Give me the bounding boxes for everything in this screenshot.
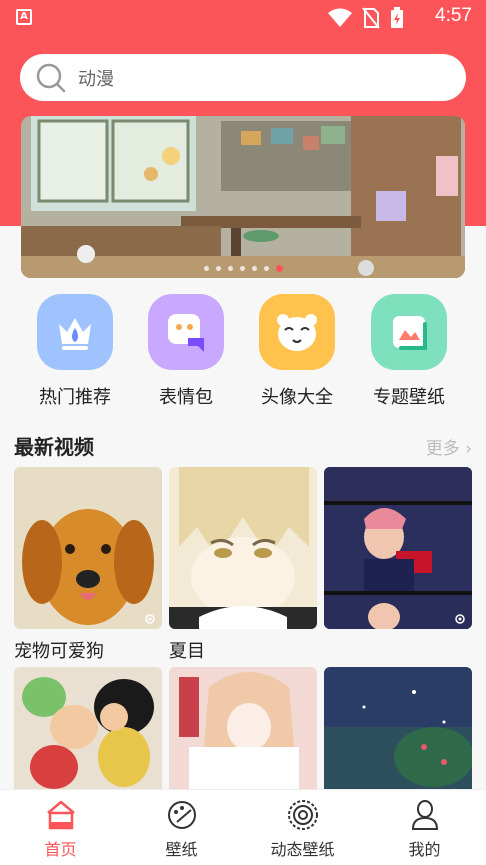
thumbnail-image <box>14 467 162 629</box>
thumbnail-image <box>14 667 162 789</box>
video-caption: 夏目 <box>169 641 205 662</box>
chat-face-icon <box>148 294 224 370</box>
video-thumbnail[interactable] <box>169 667 317 789</box>
gear-icon <box>455 614 465 624</box>
thumbnail-image <box>324 667 472 789</box>
category-label: 热门推荐 <box>39 387 111 408</box>
section-title: 最新视频 <box>14 435 94 459</box>
tab-wallpaper[interactable]: 壁纸 <box>121 790 242 865</box>
bear-face-icon <box>259 294 335 370</box>
category-topics[interactable]: 专题壁纸 <box>354 294 464 409</box>
video-thumbnail[interactable] <box>14 667 162 789</box>
carousel-dot[interactable] <box>203 266 209 271</box>
video-caption: 宠物可爱狗 <box>14 641 104 662</box>
profile-icon <box>364 790 485 830</box>
thumbnail-image <box>324 467 472 629</box>
search-query: 动漫 <box>78 68 114 90</box>
category-hot[interactable]: 热门推荐 <box>20 294 130 409</box>
bottom-tab-bar: 首页 壁纸 动态壁纸 我的 <box>0 789 486 865</box>
tab-home[interactable]: 首页 <box>0 790 121 865</box>
tab-label: 我的 <box>408 840 441 859</box>
home-icon <box>0 790 121 830</box>
battery-charging-icon <box>391 7 403 28</box>
status-bar: A 4:57 <box>0 0 486 34</box>
category-stickers[interactable]: 表情包 <box>131 294 241 409</box>
more-link[interactable]: 更多 › <box>426 434 472 459</box>
tab-label: 首页 <box>44 840 77 859</box>
video-thumbnail[interactable] <box>169 467 317 629</box>
system-icons <box>328 7 404 29</box>
search-bar[interactable]: 动漫 <box>20 54 466 101</box>
tab-label: 壁纸 <box>165 840 198 859</box>
banner-carousel[interactable] <box>21 116 465 278</box>
picture-icon <box>371 294 447 370</box>
category-row: 热门推荐 表情包 头像大全 专题壁纸 <box>0 294 486 414</box>
carousel-indicators <box>21 265 465 272</box>
video-thumbnail[interactable] <box>324 467 472 629</box>
palette-icon <box>121 790 242 830</box>
wifi-icon <box>328 8 352 27</box>
gear-icon <box>145 614 155 624</box>
thumbnail-image <box>169 467 317 629</box>
carousel-dot[interactable] <box>275 265 283 272</box>
carousel-dot[interactable] <box>251 266 257 271</box>
video-thumbnail[interactable] <box>14 467 162 629</box>
category-label: 表情包 <box>159 387 213 408</box>
video-thumbnail[interactable] <box>324 667 472 789</box>
category-label: 头像大全 <box>261 387 333 408</box>
status-time: 4:57 <box>435 5 472 26</box>
search-icon <box>36 63 66 92</box>
thumbnail-image <box>169 667 317 789</box>
carousel-dot[interactable] <box>239 266 245 271</box>
dynamic-wallpaper-icon <box>242 790 363 830</box>
carousel-dot[interactable] <box>263 266 269 271</box>
crown-flame-icon <box>37 294 113 370</box>
no-sim-icon <box>362 7 380 29</box>
app-notification-icon: A <box>16 9 32 25</box>
carousel-dot[interactable] <box>215 266 221 271</box>
tab-profile[interactable]: 我的 <box>364 790 485 865</box>
category-avatars[interactable]: 头像大全 <box>242 294 352 409</box>
tab-label: 动态壁纸 <box>270 840 335 859</box>
banner-image <box>21 116 465 278</box>
tab-dynamic-wallpaper[interactable]: 动态壁纸 <box>242 790 363 865</box>
carousel-dot[interactable] <box>227 266 233 271</box>
category-label: 专题壁纸 <box>373 387 445 408</box>
